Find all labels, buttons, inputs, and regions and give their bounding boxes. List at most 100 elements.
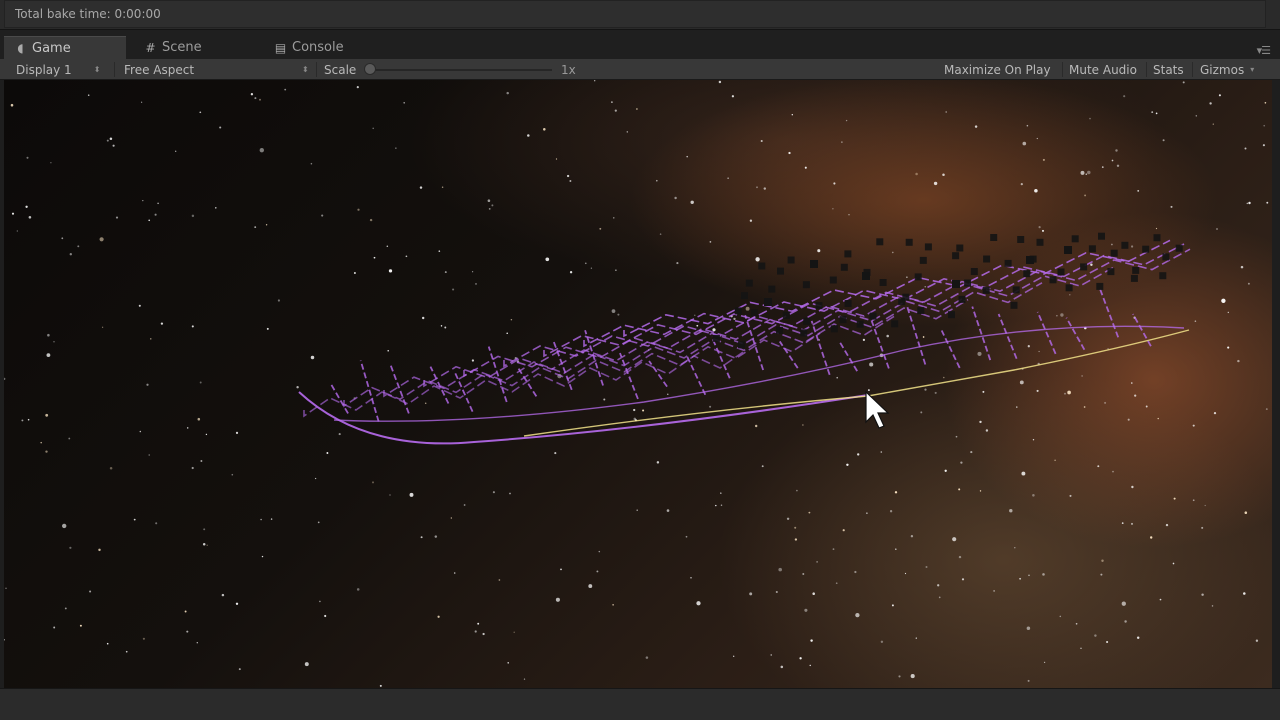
star [603,398,606,401]
aspect-dropdown[interactable]: Free Aspect ⬍ [124,59,309,80]
star [760,139,763,143]
star [1124,620,1127,623]
star [1094,634,1097,637]
star [395,147,397,149]
star [157,202,159,205]
star [1137,189,1140,192]
star [960,461,963,464]
star [409,492,414,497]
star [296,386,299,389]
scene-render [4,80,1269,687]
trail-spike [838,340,858,372]
star [1075,622,1078,625]
star [357,208,360,211]
star [62,523,67,529]
star [475,283,477,285]
stats-toggle[interactable]: Stats [1153,59,1184,80]
star [922,336,925,338]
star [310,162,313,165]
graph-node [803,317,811,325]
bake-status: Total bake time: 0:00:00 [4,0,1266,28]
scale-slider-track[interactable] [372,69,552,71]
star [731,95,735,98]
star [889,510,893,513]
star [1101,559,1104,562]
graph-node [1175,244,1183,252]
graph-node [1080,263,1088,271]
star [69,546,72,549]
trail-spike [1099,289,1120,338]
panel-menu-icon[interactable]: ▾☰ [1257,44,1271,57]
star [894,491,898,494]
star [386,245,389,247]
star [148,219,151,222]
tab-console[interactable]: ▤ Console [264,36,386,59]
star [920,411,923,414]
star [50,162,52,164]
star [645,656,649,659]
gizmos-dropdown[interactable]: Gizmos ▾ [1200,59,1254,80]
star [952,537,957,542]
star [1121,522,1124,524]
graph-node [924,243,932,251]
star [761,465,764,468]
star [667,393,669,395]
star [955,435,958,438]
star [1265,408,1268,411]
graph-node [776,326,783,334]
star [477,622,480,625]
star [802,573,805,575]
star [555,597,560,602]
star [891,604,894,607]
star [45,450,48,453]
separator [316,62,317,77]
scale-slider-thumb[interactable] [364,63,376,75]
star [1149,536,1153,539]
graph-node [990,234,998,241]
star [206,544,208,546]
star [799,657,802,660]
star [1213,411,1217,415]
star [869,362,874,367]
star [46,353,51,357]
star [353,272,356,274]
star [389,494,391,496]
star [676,262,679,265]
star [749,592,753,596]
star [106,139,109,142]
star [507,662,509,664]
star [809,664,811,667]
scale-value-text: 1x [561,62,576,77]
mute-audio-toggle[interactable]: Mute Audio [1069,59,1137,80]
star [696,601,701,606]
maximize-on-play-toggle[interactable]: Maximize On Play [944,59,1051,80]
tab-game[interactable]: ◖ Game [4,36,126,59]
star [270,518,273,520]
star [763,187,766,190]
star [510,318,513,321]
star [109,137,113,140]
grid-icon: # [145,40,156,55]
graph-node [764,298,772,306]
trail-spike [329,382,349,414]
star [1026,124,1029,127]
star [545,257,550,262]
star [1104,401,1107,404]
tab-scene[interactable]: # Scene [134,36,256,59]
trail-spike [778,340,799,369]
tab-scene-label: Scene [162,40,202,55]
game-viewport[interactable] [4,80,1272,688]
graph-node [869,312,877,320]
star [1014,547,1016,549]
star [89,590,92,593]
star [310,355,315,360]
graph-node [952,280,960,288]
graph-node [734,307,742,315]
star [942,173,945,176]
star [79,624,82,627]
star [440,325,443,327]
star [1112,470,1114,473]
star [614,109,617,112]
display-dropdown[interactable]: Display 1 ⬍ [16,59,100,80]
graph-node [1132,266,1140,274]
